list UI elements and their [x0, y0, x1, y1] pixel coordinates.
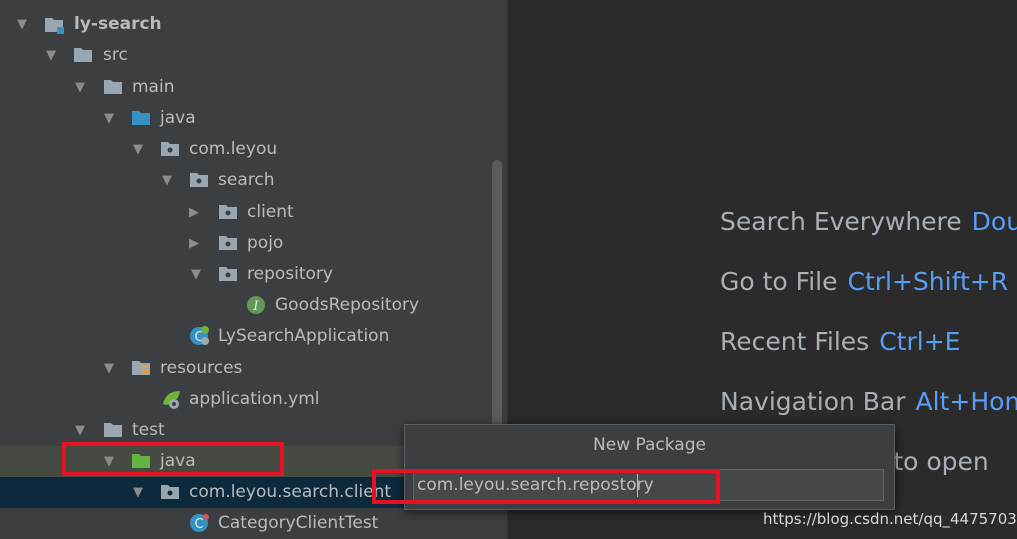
expand-arrow-icon[interactable]: ▼ — [130, 134, 146, 165]
tree-row-src[interactable]: ▼ src — [0, 40, 507, 71]
module-folder-icon — [44, 15, 64, 34]
test-root-folder-icon — [131, 452, 151, 470]
package-icon — [160, 483, 180, 501]
folder-icon — [103, 421, 123, 439]
interface-icon: I — [246, 295, 266, 314]
hint-label: Search Everywhere — [720, 207, 962, 236]
tree-row-label: src — [103, 45, 128, 65]
tree-row-label: search — [218, 170, 275, 190]
tree-row-label: com.leyou — [189, 139, 278, 159]
tree-row-label: client — [247, 202, 294, 222]
tree-row-repository[interactable]: ▼ repository — [0, 259, 507, 290]
hint-shortcut: Ctrl+Shift+R — [847, 267, 1009, 296]
tree-row-label: main — [132, 77, 175, 97]
tree-row-pojo[interactable]: ▶ pojo — [0, 228, 507, 259]
tree-row-label: test — [132, 420, 165, 440]
tree-row-application-yml[interactable]: application.yml — [0, 384, 507, 415]
resources-folder-icon — [131, 359, 151, 377]
tree-row-label: LySearchApplication — [218, 326, 390, 346]
expand-arrow-icon[interactable]: ▼ — [72, 72, 88, 103]
expand-arrow-icon[interactable]: ▼ — [101, 103, 117, 134]
text-caret — [637, 474, 638, 497]
tree-row-category-client-test[interactable]: C CategoryClientTest — [0, 508, 507, 539]
class-icon: C — [189, 512, 209, 532]
tree-row-search[interactable]: ▼ search — [0, 165, 507, 196]
expand-arrow-icon[interactable]: ▼ — [101, 353, 117, 384]
tree-row-com-leyou[interactable]: ▼ com.leyou — [0, 134, 507, 165]
tree-row-client[interactable]: ▶ client — [0, 197, 507, 228]
tree-row-goods-repository[interactable]: I GoodsRepository — [0, 290, 507, 321]
svg-text:I: I — [252, 299, 259, 314]
package-name-input[interactable] — [413, 469, 884, 501]
expand-arrow-icon[interactable]: ▼ — [159, 165, 175, 196]
source-root-folder-icon — [131, 109, 151, 127]
package-icon — [218, 234, 238, 252]
dialog-title[interactable]: New Package — [405, 425, 894, 465]
tree-row-label: CategoryClientTest — [218, 513, 379, 533]
tree-row-main[interactable]: ▼ main — [0, 72, 507, 103]
hint-shortcut: Alt+Hom — [915, 387, 1017, 416]
hint-label: Recent Files — [720, 327, 870, 356]
folder-icon — [73, 46, 93, 64]
tree-row-resources[interactable]: ▼ resources — [0, 353, 507, 384]
tree-row-java-main[interactable]: ▼ java — [0, 103, 507, 134]
tree-row-label: application.yml — [189, 389, 320, 409]
package-icon — [218, 203, 238, 221]
folder-icon — [103, 78, 123, 96]
hint-navigation-bar: Navigation Bar Alt+Hom — [720, 387, 1017, 416]
tree-row-label: ly-search — [74, 14, 162, 34]
collapse-arrow-icon[interactable]: ▶ — [186, 228, 202, 259]
tree-row-ly-search-application[interactable]: C LySearchApplication — [0, 321, 507, 352]
hint-label: Go to File — [720, 267, 838, 296]
hint-recent-files: Recent Files Ctrl+E — [720, 327, 960, 356]
hint-label: Navigation Bar — [720, 387, 906, 416]
hint-search-everywhere: Search Everywhere Doub — [720, 207, 1017, 236]
package-icon — [189, 171, 209, 189]
tree-row-label: GoodsRepository — [275, 295, 420, 315]
svg-text:C: C — [194, 517, 203, 532]
expand-arrow-icon[interactable]: ▼ — [188, 259, 204, 290]
expand-arrow-icon[interactable]: ▼ — [72, 415, 88, 446]
hint-shortcut: Ctrl+E — [879, 327, 961, 356]
tree-row-label: java — [160, 451, 196, 471]
expand-arrow-icon[interactable]: ▼ — [43, 40, 59, 71]
tree-row-label: pojo — [247, 233, 284, 253]
tree-row-label: resources — [160, 358, 243, 378]
hint-shortcut: Doub — [971, 207, 1017, 236]
expand-arrow-icon[interactable]: ▼ — [101, 446, 117, 477]
tree-row-label: java — [160, 108, 196, 128]
package-icon — [160, 140, 180, 158]
tree-row-label: repository — [247, 264, 333, 284]
spring-config-file-icon — [160, 388, 180, 409]
hint-go-to-file: Go to File Ctrl+Shift+R — [720, 267, 1008, 296]
tree-row-label: com.leyou.search.client — [189, 482, 392, 502]
collapse-arrow-icon[interactable]: ▶ — [186, 197, 202, 228]
package-icon — [218, 265, 238, 283]
expand-arrow-icon[interactable]: ▼ — [14, 9, 30, 40]
new-package-dialog: New Package — [404, 424, 895, 510]
expand-arrow-icon[interactable]: ▼ — [130, 477, 146, 508]
spring-boot-class-icon: C — [189, 325, 209, 345]
tree-row-ly-search[interactable]: ▼ ly-search — [0, 9, 507, 40]
watermark: https://blog.csdn.net/qq_44757034 — [763, 510, 1017, 528]
